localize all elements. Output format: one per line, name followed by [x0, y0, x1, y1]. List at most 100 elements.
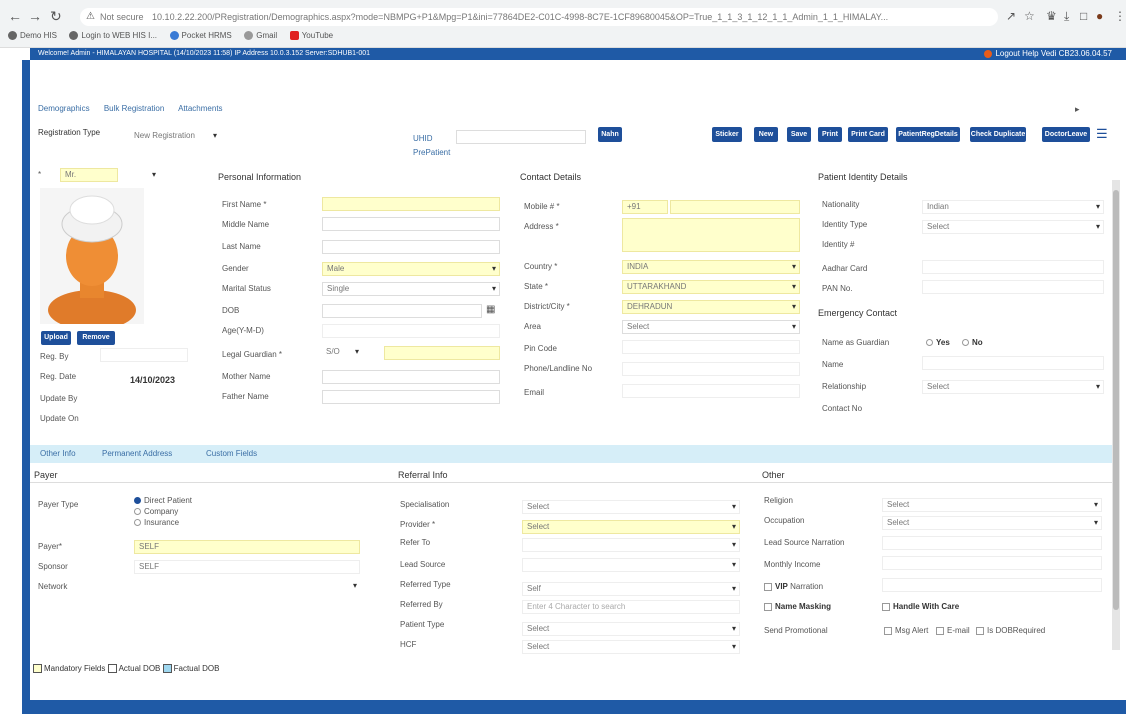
tab-attachments[interactable]: Attachments	[178, 104, 222, 113]
relationship-select[interactable]: Select	[922, 380, 1104, 394]
nahn-button[interactable]: Nahn	[598, 127, 622, 142]
identity-type-select[interactable]: Select	[922, 220, 1104, 234]
scrollbar-thumb[interactable]	[1113, 190, 1119, 610]
tab-permanent-address[interactable]: Permanent Address	[102, 449, 172, 458]
bookmark-gmail[interactable]: Gmail	[244, 28, 277, 44]
title-select[interactable]: Mr.	[60, 168, 118, 182]
registration-type-select[interactable]: New Registration	[130, 130, 220, 144]
address-input[interactable]	[622, 218, 800, 252]
monthly-income-input[interactable]	[882, 556, 1102, 570]
dob-required-checkbox[interactable]: Is DOBRequired	[976, 626, 1045, 635]
patient-type-select[interactable]: Select	[522, 622, 740, 636]
nationality-select[interactable]: Indian	[922, 200, 1104, 214]
star-icon[interactable]: ☆	[1024, 9, 1035, 23]
print-card-button[interactable]: Print Card	[848, 127, 888, 142]
legal-guardian-name-input[interactable]	[384, 346, 500, 360]
guardian-no-radio[interactable]: No	[962, 338, 983, 347]
extension-icon[interactable]: ♛	[1046, 9, 1057, 23]
back-icon[interactable]: ←	[8, 8, 22, 24]
tab-other-info[interactable]: Other Info	[40, 449, 76, 458]
sticker-button[interactable]: Sticker	[712, 127, 742, 142]
contact-details-header: Contact Details	[520, 172, 582, 182]
gender-select[interactable]: Male	[322, 262, 500, 276]
save-button[interactable]: Save	[787, 127, 811, 142]
title-dropdown-icon[interactable]: ▾	[152, 170, 156, 179]
state-select[interactable]: UTTARAKHAND	[622, 280, 800, 294]
network-select[interactable]	[134, 580, 360, 594]
handle-with-care-checkbox[interactable]: Handle With Care	[882, 602, 959, 611]
sponsor-input[interactable]: SELF	[134, 560, 360, 574]
url-bar[interactable]: ⚠ Not secure 10.10.2.22.200/PRegistratio…	[80, 8, 998, 26]
new-button[interactable]: New	[754, 127, 778, 142]
profile-icon[interactable]: ●	[1096, 9, 1103, 23]
phone-input[interactable]	[622, 362, 800, 376]
email-input[interactable]	[622, 384, 800, 398]
legal-guardian-relation-select[interactable]: S/O	[322, 346, 362, 360]
window-icon[interactable]: □	[1080, 9, 1087, 23]
marital-status-select[interactable]: Single	[322, 282, 500, 296]
specialisation-select[interactable]: Select	[522, 500, 740, 514]
payer-type-company-radio[interactable]: Company	[134, 507, 178, 516]
district-select[interactable]: DEHRADUN	[622, 300, 800, 314]
calendar-icon[interactable]: ▦	[486, 304, 495, 315]
vip-narration-input[interactable]	[882, 578, 1102, 592]
reload-icon[interactable]: ↻	[50, 8, 62, 24]
uhid-input[interactable]	[456, 130, 586, 144]
emergency-name-input[interactable]	[922, 356, 1104, 370]
pan-input[interactable]	[922, 280, 1104, 294]
payer-type-direct-radio[interactable]: Direct Patient	[134, 496, 192, 505]
check-duplicate-button[interactable]: Check Duplicate	[970, 127, 1026, 142]
pin-code-input[interactable]	[622, 340, 800, 354]
referred-type-select[interactable]: Self	[522, 582, 740, 596]
name-masking-checkbox[interactable]: Name Masking	[764, 602, 831, 611]
bookmark-login[interactable]: Login to WEB HIS I...	[69, 28, 157, 44]
vip-checkbox[interactable]: VIP Narration	[764, 582, 823, 591]
payer-input[interactable]: SELF	[134, 540, 360, 554]
msg-alert-checkbox[interactable]: Msg Alert	[884, 626, 928, 635]
tab-custom-fields[interactable]: Custom Fields	[206, 449, 257, 458]
bookmarks-bar: Demo HIS Login to WEB HIS I... Pocket HR…	[8, 28, 1118, 44]
patient-reg-details-button[interactable]: PatientRegDetails	[896, 127, 960, 142]
lead-source-narration-input[interactable]	[882, 536, 1102, 550]
payer-type-insurance-radio[interactable]: Insurance	[134, 518, 179, 527]
occupation-select[interactable]: Select	[882, 516, 1102, 530]
tab-demographics[interactable]: Demographics	[38, 104, 90, 113]
upload-photo-button[interactable]: Upload	[41, 331, 71, 345]
refer-to-select[interactable]	[522, 538, 740, 552]
email-alert-checkbox[interactable]: E-mail	[936, 626, 970, 635]
hcf-select[interactable]: Select	[522, 640, 740, 654]
tab-bulk-registration[interactable]: Bulk Registration	[104, 104, 164, 113]
menu-icon[interactable]: ⋮	[1114, 9, 1126, 23]
vertical-scrollbar[interactable]	[1112, 180, 1120, 650]
logout-area[interactable]: Logout Help Vedi CB23.06.04.57	[984, 48, 1112, 60]
bookmark-youtube[interactable]: YouTube	[289, 28, 333, 44]
download-icon[interactable]: ⤓	[1064, 9, 1069, 24]
bookmark-pocket-hrms[interactable]: Pocket HRMS	[169, 28, 232, 44]
age-input[interactable]	[322, 324, 500, 338]
bookmark-demo-his[interactable]: Demo HIS	[8, 28, 57, 44]
last-name-input[interactable]	[322, 240, 500, 254]
area-select[interactable]: Select	[622, 320, 800, 334]
aadhar-input[interactable]	[922, 260, 1104, 274]
first-name-input[interactable]	[322, 197, 500, 211]
guardian-yes-radio[interactable]: Yes	[926, 338, 950, 347]
mother-name-input[interactable]	[322, 370, 500, 384]
expand-icon[interactable]: ▸	[1075, 104, 1080, 115]
forward-icon[interactable]: →	[28, 8, 42, 24]
country-select[interactable]: INDIA	[622, 260, 800, 274]
provider-select[interactable]: Select	[522, 520, 740, 534]
dob-input[interactable]	[322, 304, 482, 318]
father-name-input[interactable]	[322, 390, 500, 404]
mobile-code-input[interactable]: +91	[622, 200, 668, 214]
share-icon[interactable]: ↗	[1006, 9, 1016, 23]
list-menu-icon[interactable]: ☰	[1096, 126, 1108, 142]
lead-source-select[interactable]	[522, 558, 740, 572]
prepatient-link[interactable]: PrePatient	[413, 148, 450, 157]
doctor-leave-button[interactable]: DoctorLeave	[1042, 127, 1090, 142]
print-button[interactable]: Print	[818, 127, 842, 142]
remove-photo-button[interactable]: Remove	[77, 331, 115, 345]
middle-name-input[interactable]	[322, 217, 500, 231]
religion-select[interactable]: Select	[882, 498, 1102, 512]
mobile-number-input[interactable]	[670, 200, 800, 214]
referred-by-input[interactable]: Enter 4 Character to search	[522, 600, 740, 614]
